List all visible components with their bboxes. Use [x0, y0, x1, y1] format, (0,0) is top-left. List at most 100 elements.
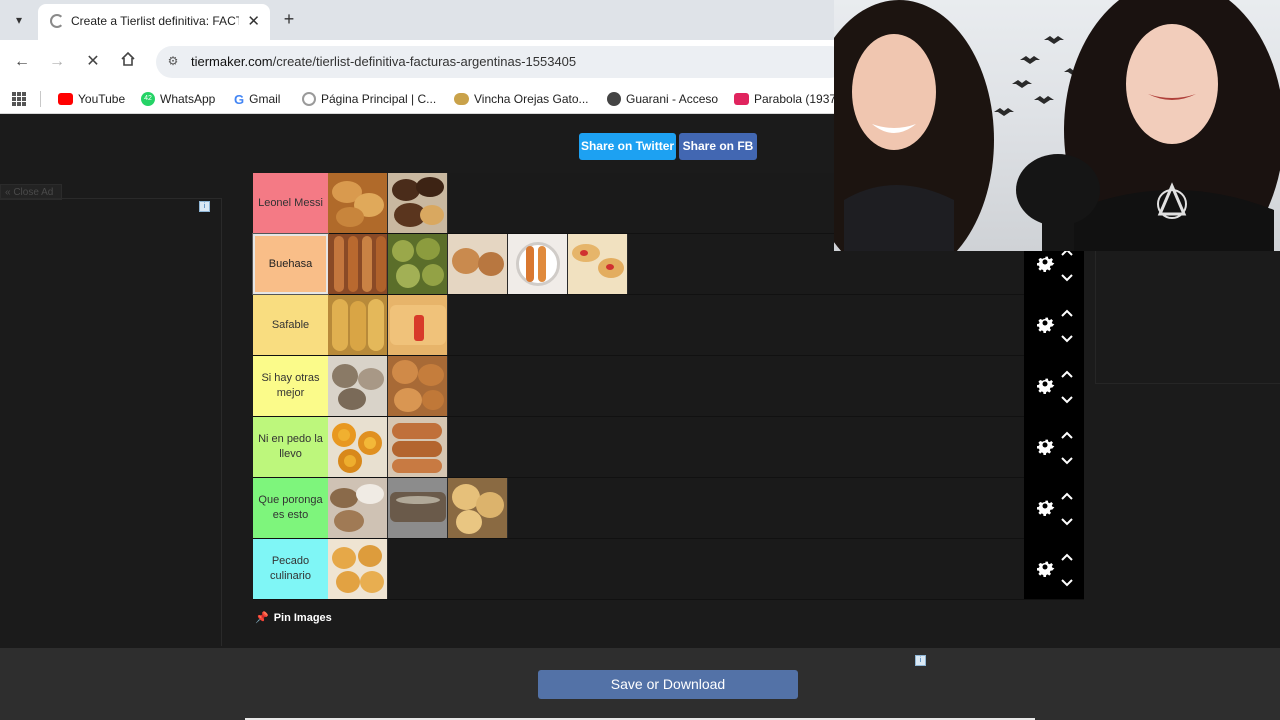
pin-images-toggle[interactable]: 📌 Pin Images	[255, 611, 332, 625]
food-item-cuernitos[interactable]	[328, 295, 388, 355]
home-icon[interactable]	[117, 51, 139, 73]
tab-search-button[interactable]: ▾	[8, 9, 30, 31]
bookmark-youtube[interactable]: YouTube	[58, 91, 125, 107]
url-text: tiermaker.com/create/tierlist-definitiva…	[191, 54, 577, 69]
food-item-palmeritas[interactable]	[388, 478, 448, 538]
bookmarks-divider	[40, 91, 41, 107]
move-tier-up-icon[interactable]	[1060, 305, 1074, 317]
apps-grid-icon[interactable]	[12, 92, 26, 106]
webcam-video-frame	[834, 0, 1280, 251]
tier-label-editing[interactable]: Buehasa	[252, 233, 329, 295]
food-item-sacramentos[interactable]	[328, 478, 388, 538]
video-icon	[734, 93, 749, 105]
tab-title: Create a Tierlist definitiva: FACT	[71, 14, 239, 28]
food-item-pan-de-leche[interactable]	[448, 478, 508, 538]
move-tier-down-icon[interactable]	[1060, 392, 1074, 404]
adchoices-icon-bottom[interactable]: i	[915, 655, 926, 666]
food-item-churros-plato[interactable]	[508, 234, 568, 294]
bookmark-pagina-principal[interactable]: Página Principal | C...	[302, 91, 436, 107]
bookmark-guarani[interactable]: Guarani - Acceso	[607, 91, 718, 107]
tier-settings-gear-icon[interactable]	[1033, 374, 1057, 398]
move-tier-down-icon[interactable]	[1060, 453, 1074, 465]
tier-items	[328, 417, 448, 477]
tier-label[interactable]: Si hay otras mejor	[253, 356, 328, 416]
right-ad-slot	[1095, 250, 1280, 384]
food-item-vigilantes[interactable]	[568, 234, 628, 294]
move-tier-down-icon[interactable]	[1060, 331, 1074, 343]
move-tier-up-icon[interactable]	[1060, 427, 1074, 439]
move-tier-down-icon[interactable]	[1060, 514, 1074, 526]
loading-spinner-icon	[50, 14, 64, 28]
tier-label[interactable]: Que poronga es esto	[253, 478, 328, 538]
browser-toolbar: ← → ✕ ⚙ tiermaker.com/create/tierlist-de…	[0, 40, 846, 84]
bookmark-gmail[interactable]: G Gmail	[234, 91, 280, 107]
bookmark-parabola[interactable]: Parabola (1937)	[734, 91, 840, 107]
move-tier-up-icon[interactable]	[1060, 549, 1074, 561]
adchoices-icon[interactable]: i	[199, 201, 210, 212]
food-item-caracoles[interactable]	[448, 234, 508, 294]
tier-settings-gear-icon[interactable]	[1033, 435, 1057, 459]
youtube-icon	[58, 93, 73, 105]
tier-items	[328, 173, 448, 233]
address-bar[interactable]: ⚙ tiermaker.com/create/tierlist-definiti…	[156, 46, 846, 78]
tier-settings-gear-icon[interactable]	[1033, 557, 1057, 581]
tier-row-controls	[1024, 478, 1084, 538]
tier-settings-gear-icon[interactable]	[1033, 252, 1057, 276]
bookmarks-bar: YouTube 42 WhatsApp G Gmail Página Princip…	[0, 84, 840, 114]
google-icon: G	[234, 91, 245, 107]
move-tier-down-icon[interactable]	[1060, 270, 1074, 282]
tier-label[interactable]: Safable	[253, 295, 328, 355]
browser-tab[interactable]: Create a Tierlist definitiva: FACT ✕	[38, 4, 270, 40]
food-item-medialuna[interactable]	[328, 173, 388, 233]
globe-icon	[302, 92, 316, 106]
share-facebook-button[interactable]: Share on FB	[679, 133, 757, 160]
globe-dark-icon	[607, 92, 621, 106]
food-item-tortitas[interactable]	[328, 356, 388, 416]
move-tier-up-icon[interactable]	[1060, 488, 1074, 500]
bookmark-whatsapp[interactable]: 42 WhatsApp	[141, 91, 215, 107]
tier-label[interactable]: Leonel Messi	[253, 173, 328, 233]
tier-row-controls	[1024, 356, 1084, 416]
new-tab-button[interactable]: +	[278, 9, 300, 31]
close-tab-icon[interactable]: ✕	[247, 12, 260, 30]
tier-row-controls	[1024, 295, 1084, 355]
food-item-rosquitas[interactable]	[328, 417, 388, 477]
site-settings-icon[interactable]: ⚙	[165, 53, 181, 69]
tier-settings-gear-icon[interactable]	[1033, 313, 1057, 337]
tier-row-controls	[1024, 417, 1084, 477]
tier-row-controls	[1024, 539, 1084, 599]
save-download-button[interactable]: Save or Download	[538, 670, 798, 699]
food-item-bolas-de-fraile[interactable]	[328, 539, 388, 599]
move-tier-up-icon[interactable]	[1060, 366, 1074, 378]
share-twitter-button[interactable]: Share on Twitter	[579, 133, 676, 160]
tier-label[interactable]: Ni en pedo la llevo	[253, 417, 328, 477]
tier-label[interactable]: Pecado culinario	[253, 539, 328, 599]
bookmark-vincha[interactable]: Vincha Orejas Gato...	[454, 91, 589, 107]
tier-items	[328, 295, 448, 355]
food-item-medialunas-grasa[interactable]	[388, 356, 448, 416]
bottom-bar: Save or Download i	[0, 648, 1280, 720]
tier-items	[328, 478, 508, 538]
food-item-pastafrola[interactable]	[388, 295, 448, 355]
tier-settings-gear-icon[interactable]	[1033, 496, 1057, 520]
tier-row: Ni en pedo la llevo	[253, 417, 1084, 478]
pushpin-icon: 📌	[255, 612, 269, 624]
whatsapp-icon: 42	[141, 92, 155, 106]
food-item-bolitas-verdes[interactable]	[388, 234, 448, 294]
tier-row: Pecado culinario	[253, 539, 1084, 600]
stop-loading-icon[interactable]: ✕	[82, 51, 104, 73]
forward-arrow-icon[interactable]: →	[46, 51, 68, 73]
tier-row: Si hay otras mejor	[253, 356, 1084, 417]
headband-icon	[454, 93, 469, 105]
food-item-berlinesa-chocolate[interactable]	[388, 173, 448, 233]
move-tier-down-icon[interactable]	[1060, 575, 1074, 587]
back-arrow-icon[interactable]: ←	[11, 51, 33, 73]
browser-tab-bar: ▾ Create a Tierlist definitiva: FACT ✕ +	[0, 0, 834, 40]
tier-row: Safable	[253, 295, 1084, 356]
tier-items	[328, 539, 388, 599]
tier-items	[328, 356, 448, 416]
food-item-churros[interactable]	[328, 234, 388, 294]
food-item-canoncitos[interactable]	[388, 417, 448, 477]
tier-row: Que poronga es esto	[253, 478, 1084, 539]
screen: ▾ Create a Tierlist definitiva: FACT ✕ +…	[0, 0, 1280, 720]
